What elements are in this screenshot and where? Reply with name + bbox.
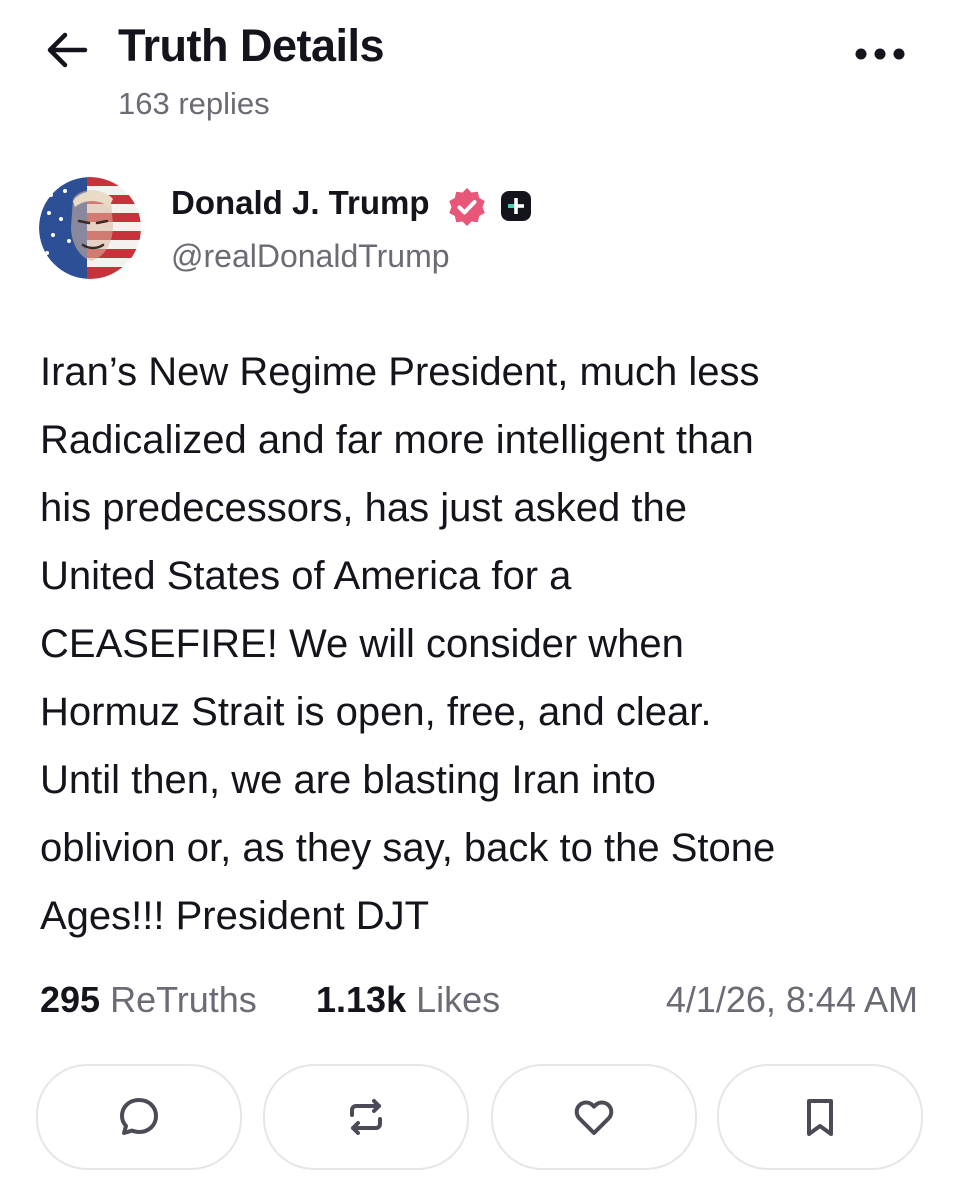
truth-details-page: Truth Details 163 replies Donald J. Trum… [0, 0, 957, 1200]
avatar-image [39, 177, 141, 279]
retruths-stat[interactable]: 295 ReTruths [40, 979, 257, 1021]
heart-icon [574, 1100, 614, 1135]
post-text-line: Ages!!! President DJT [40, 894, 430, 938]
post-text: Iran’s New Regime President, much less R… [40, 338, 930, 950]
bookmark-button[interactable] [717, 1064, 923, 1170]
retruth-button[interactable] [263, 1064, 469, 1170]
post-text-line: United States of America for a [40, 554, 572, 598]
back-button[interactable] [42, 27, 92, 73]
post-text-line: Hormuz Strait is open, free, and clear. [40, 690, 712, 734]
author-handle[interactable]: @realDonaldTrump [171, 238, 450, 275]
retruths-label: ReTruths [110, 979, 257, 1020]
post-text-line: CEASEFIRE! We will consider when [40, 622, 684, 666]
post-text-line: oblivion or, as they say, back to the St… [40, 826, 776, 870]
arrow-left-icon [47, 32, 88, 68]
avatar[interactable] [39, 177, 141, 279]
author-display-name[interactable]: Donald J. Trump [171, 184, 430, 222]
action-bar [36, 1064, 923, 1170]
post-stats: 295 ReTruths 1.13k Likes 4/1/26, 8:44 AM [40, 979, 918, 1029]
verified-badge-icon [446, 186, 488, 228]
post-text-line: Radicalized and far more intelligent tha… [40, 418, 754, 462]
more-options-button[interactable] [850, 34, 910, 74]
retruths-count: 295 [40, 979, 101, 1020]
header: Truth Details 163 replies [0, 0, 957, 140]
more-horizontal-icon [855, 48, 905, 60]
comment-icon [120, 1098, 158, 1135]
page-title: Truth Details [118, 20, 385, 71]
post-text-line: Iran’s New Regime President, much less [40, 350, 760, 394]
post-text-line: his predecessors, has just asked the [40, 486, 688, 530]
like-button[interactable] [491, 1064, 697, 1170]
bookmark-icon [807, 1099, 833, 1136]
plus-subscriber-icon [500, 190, 532, 222]
repost-icon [350, 1099, 382, 1135]
post-text-line: Until then, we are blasting Iran into [40, 758, 656, 802]
likes-count: 1.13k [316, 979, 407, 1020]
reply-button[interactable] [36, 1064, 242, 1170]
post-timestamp: 4/1/26, 8:44 AM [665, 979, 918, 1020]
replies-count: 163 replies [118, 86, 270, 121]
likes-stat[interactable]: 1.13k Likes [316, 979, 500, 1021]
likes-label: Likes [416, 979, 501, 1020]
